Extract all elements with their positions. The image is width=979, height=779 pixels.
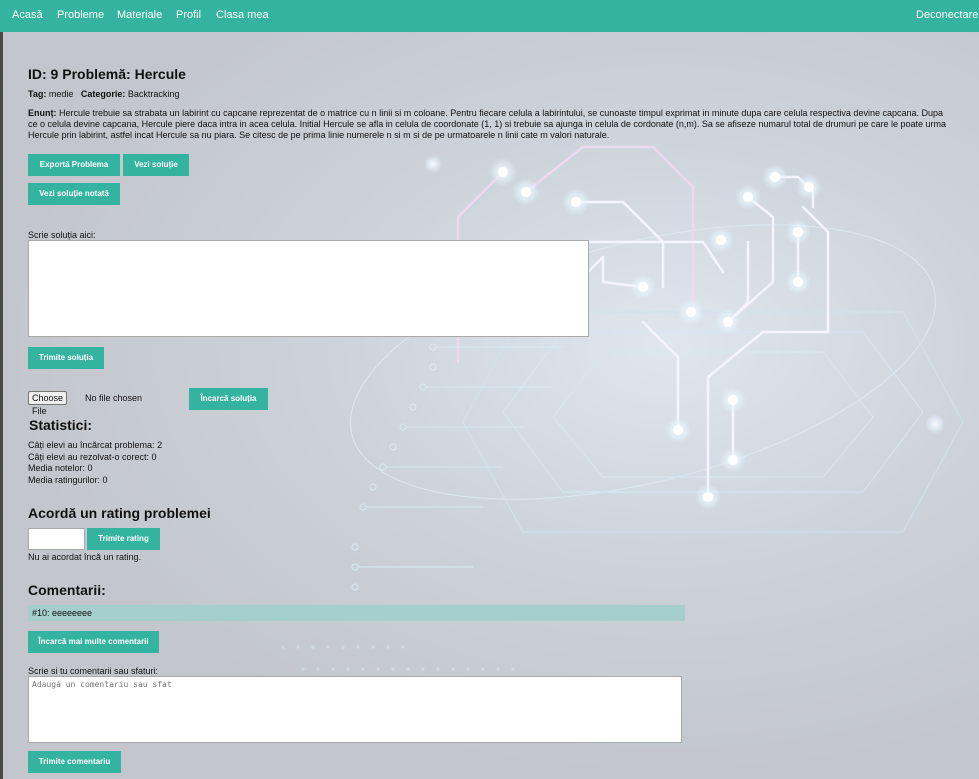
problem-id: ID: 9 bbox=[28, 66, 59, 82]
submit-comment-button[interactable]: Trimite comentariu bbox=[28, 751, 121, 773]
rating-title: Acordă un rating problemei bbox=[28, 505, 211, 521]
problem-statement: Enunț: Hercule trebuie sa strabata un la… bbox=[28, 108, 948, 141]
tag-label: Tag: bbox=[28, 89, 47, 99]
category-label: Categorie: bbox=[80, 89, 126, 99]
solution-textarea[interactable] bbox=[28, 240, 589, 337]
tag-value: medie bbox=[48, 89, 74, 99]
comment-textarea[interactable] bbox=[28, 676, 682, 743]
view-graded-solution-button[interactable]: Vezi soluție notată bbox=[28, 183, 120, 205]
statistics-title: Statistici: bbox=[29, 417, 93, 433]
statement-label: Enunț: bbox=[28, 108, 57, 118]
file-status: No file chosen bbox=[85, 393, 143, 403]
choose-file-button[interactable]: Choose File bbox=[28, 391, 68, 416]
submit-rating-button[interactable]: Trimite rating bbox=[87, 528, 160, 550]
problem-title: ID: 9 Problemă: Hercule bbox=[28, 66, 186, 82]
stat-rating-average: Media ratingurilor: 0 bbox=[28, 475, 108, 486]
nav-profile-link[interactable]: Profil bbox=[176, 9, 201, 21]
logout-link[interactable]: Deconectare bbox=[916, 9, 978, 21]
submit-solution-button[interactable]: Trimite soluția bbox=[28, 347, 104, 369]
problem-meta: Tag: medie Categorie: Backtracking bbox=[28, 89, 179, 99]
export-problem-button[interactable]: Exportă Problema bbox=[28, 154, 120, 176]
problem-name: Problemă: Hercule bbox=[62, 66, 186, 82]
nav-materials-link[interactable]: Materiale bbox=[117, 9, 162, 21]
top-navbar: Acasă Probleme Materiale Profil Clasa me… bbox=[0, 0, 979, 32]
rating-note: Nu ai acordat încă un rating. bbox=[28, 552, 142, 562]
nav-problems-link[interactable]: Probleme bbox=[57, 9, 104, 21]
category-value: Backtracking bbox=[127, 89, 180, 99]
upload-solution-button[interactable]: Încarcă soluția bbox=[189, 388, 268, 410]
stat-grade-average: Media notelor: 0 bbox=[28, 463, 93, 474]
statistics-list: Câți elevi au încărcat problema: 2 Câți … bbox=[28, 440, 162, 487]
load-more-comments-button[interactable]: Încarcă mai multe comentarii bbox=[28, 631, 159, 653]
nav-home-link[interactable]: Acasă bbox=[12, 9, 43, 21]
view-solution-button[interactable]: Vezi soluție bbox=[123, 154, 189, 176]
comments-title: Comentarii: bbox=[28, 582, 106, 598]
stat-uploaded: Câți elevi au încărcat problema: 2 bbox=[28, 440, 163, 450]
statement-text: Hercule trebuie sa strabata un labirint … bbox=[28, 108, 947, 140]
comment-item: #10: eeeeeeee bbox=[28, 605, 685, 621]
stat-solved: Câți elevi au rezolvat-o corect: 0 bbox=[28, 451, 157, 462]
rating-input[interactable] bbox=[28, 528, 85, 550]
nav-my-class-link[interactable]: Clasa mea bbox=[216, 9, 269, 21]
